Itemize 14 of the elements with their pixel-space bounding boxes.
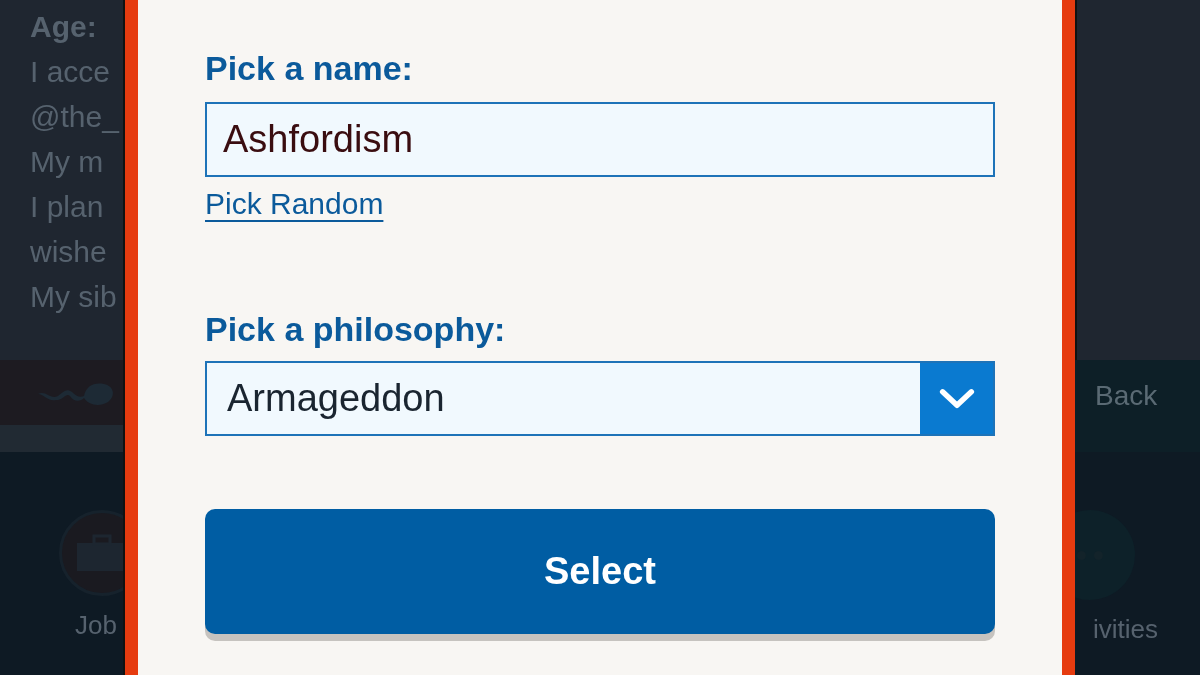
field-label: Pick a name: [205, 48, 414, 89]
text-line: @the_ [30, 99, 121, 135]
text-line: I plan [30, 189, 105, 225]
field-label: Pick a philosophy: [205, 309, 507, 350]
pick-random-link[interactable]: Pick Random [205, 187, 384, 220]
name-field[interactable]: Ashfordism [205, 102, 995, 177]
text-line: wishe [30, 234, 108, 270]
philosophy-dropdown[interactable]: Armageddon [205, 361, 995, 436]
text-line: I acce [30, 54, 112, 90]
chevron-down-icon[interactable] [920, 363, 993, 434]
text-line: My sib [30, 279, 118, 315]
text-line: My m [30, 144, 105, 180]
briefcase-icon[interactable] [59, 510, 125, 596]
field-label: Age: [30, 9, 98, 45]
